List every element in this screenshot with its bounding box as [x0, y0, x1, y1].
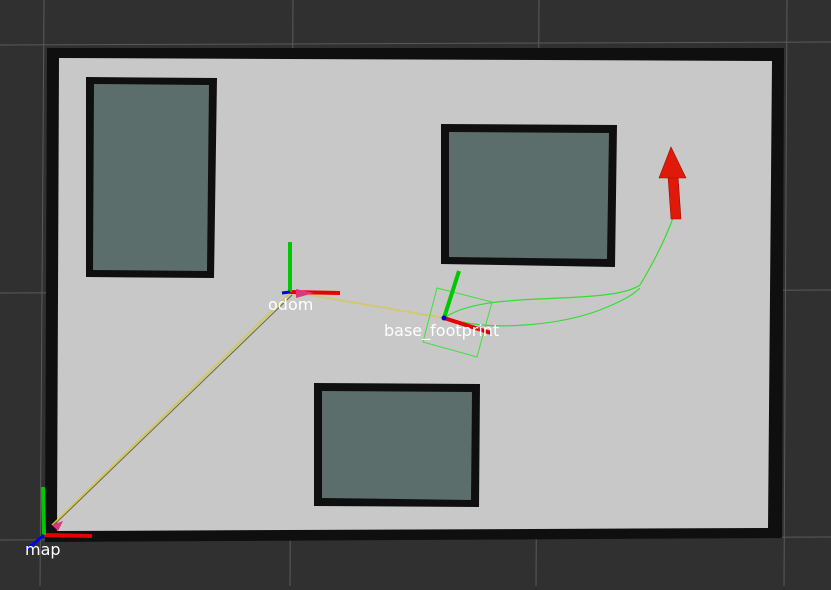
scene-svg[interactable]: map odom base_footprint: [0, 0, 831, 587]
rviz-3d-viewport[interactable]: map odom base_footprint: [0, 0, 831, 587]
base-footprint-frame-label: base_footprint: [384, 321, 499, 341]
occupancy-map: [45, 48, 784, 542]
map-frame-label: map: [25, 540, 61, 559]
odom-frame-label: odom: [268, 295, 313, 314]
map-y-axis: [41, 486, 46, 536]
map-x-axis: [43, 533, 93, 538]
base-z-axis: [441, 315, 447, 321]
odom-z-axis: [281, 290, 291, 295]
